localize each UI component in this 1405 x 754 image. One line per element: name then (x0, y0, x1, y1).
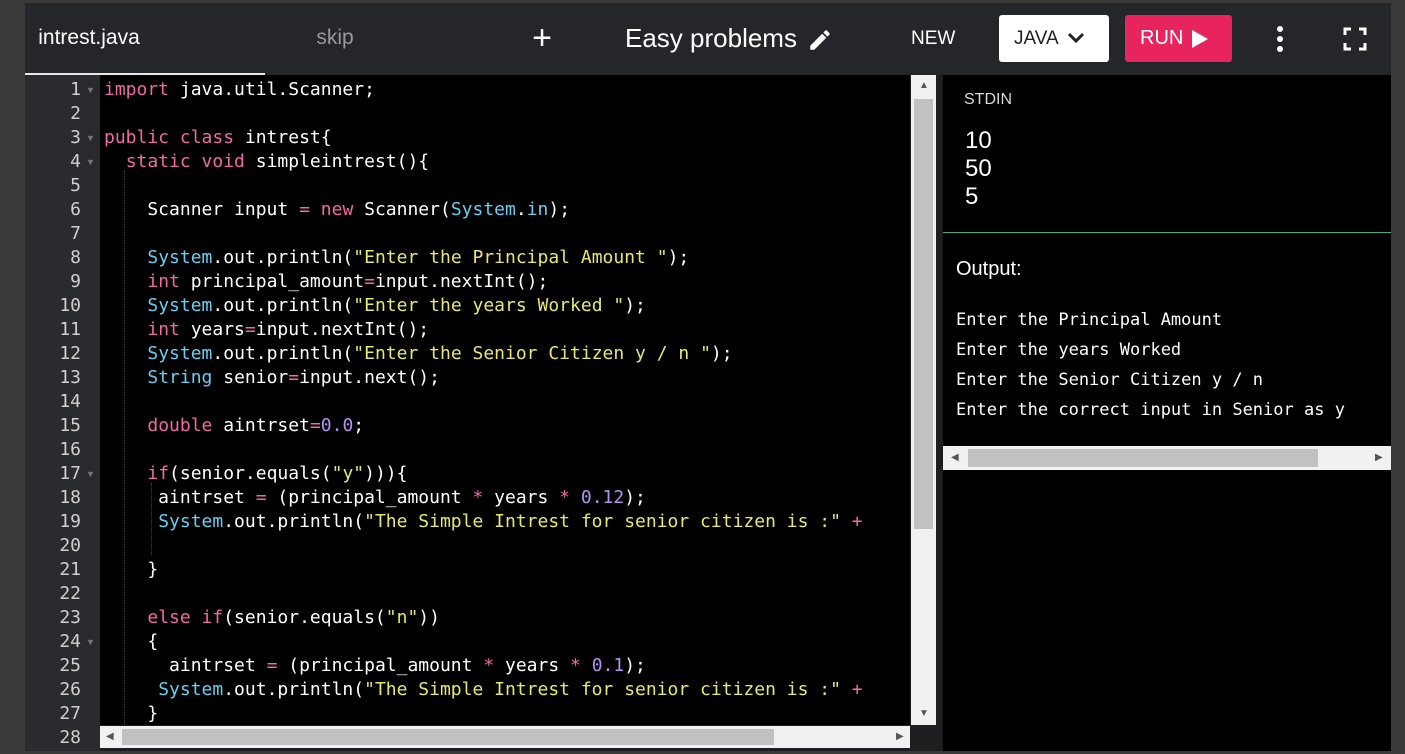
line-number: 16 (59, 439, 81, 460)
language-select[interactable]: JAVA (999, 15, 1109, 62)
add-tab-button[interactable]: + (527, 21, 557, 55)
line-number: 20 (59, 535, 81, 556)
scroll-up-arrow[interactable]: ▲ (919, 81, 929, 91)
line-number: 6 (70, 199, 81, 220)
editor-horizontal-scrollbar[interactable]: ◀ ▶ (100, 726, 910, 748)
line-number: 12 (59, 343, 81, 364)
tab-file[interactable]: intrest.java (25, 3, 153, 75)
code-line[interactable]: String senior=input.next(); (104, 366, 440, 390)
code-line[interactable]: { (104, 630, 158, 654)
io-panel: STDIN 10 50 5 Output: Enter the Principa… (943, 75, 1391, 751)
output-line: Enter the correct input in Senior as y (956, 400, 1345, 420)
code-line[interactable]: System.out.println("The Simple Intrest f… (104, 510, 862, 534)
scroll-down-arrow[interactable]: ▼ (919, 709, 929, 719)
code-line[interactable]: } (104, 558, 158, 582)
line-number: 22 (59, 583, 81, 604)
scroll-left-arrow[interactable]: ◀ (951, 453, 959, 463)
scroll-right-arrow[interactable]: ▶ (896, 732, 904, 742)
scroll-thumb[interactable] (914, 99, 933, 529)
fold-toggle-icon[interactable]: ▼ (86, 150, 95, 174)
code-line[interactable]: System.out.println("Enter the years Work… (104, 294, 646, 318)
stdin-output-divider (943, 232, 1391, 233)
code-line[interactable]: System.out.println("Enter the Senior Cit… (104, 342, 732, 366)
new-button[interactable]: NEW (911, 3, 955, 75)
line-number: 18 (59, 487, 81, 508)
fold-toggle-icon[interactable]: ▼ (86, 630, 95, 654)
editor-vertical-scrollbar[interactable]: ▲ ▼ (911, 75, 936, 725)
stdin-value[interactable]: 5 (965, 183, 978, 211)
fullscreen-icon[interactable] (1343, 27, 1367, 51)
output-label: Output: (956, 258, 1022, 280)
line-number: 3 (70, 127, 81, 148)
code-line[interactable]: aintrset = (principal_amount * years * 0… (104, 486, 646, 510)
pencil-icon[interactable] (807, 27, 833, 53)
line-number: 7 (70, 223, 81, 244)
scroll-thumb[interactable] (968, 449, 1318, 467)
output-line: Enter the Principal Amount (956, 310, 1223, 330)
line-number: 9 (70, 271, 81, 292)
line-number: 4 (70, 151, 81, 172)
line-number: 26 (59, 679, 81, 700)
code-line[interactable]: public class intrest{ (104, 126, 332, 150)
line-number: 13 (59, 367, 81, 388)
line-number: 28 (59, 727, 81, 748)
line-number: 27 (59, 703, 81, 724)
line-number: 14 (59, 391, 81, 412)
scroll-right-arrow[interactable]: ▶ (1375, 453, 1383, 463)
line-number: 10 (59, 295, 81, 316)
fold-toggle-icon[interactable]: ▼ (86, 126, 95, 150)
scroll-left-arrow[interactable]: ◀ (106, 732, 114, 742)
line-number: 19 (59, 511, 81, 532)
more-vertical-icon[interactable] (1275, 25, 1285, 53)
line-number: 21 (59, 559, 81, 580)
app-window: intrest.java skip + Easy problems NEW JA… (25, 3, 1391, 751)
line-number-gutter: 1 ▼ 2 3 ▼ 4 ▼ 5 6 7 8 9 10 11 12 13 14 15 16 17 ▼ 18 19 20 21 22 2… (25, 75, 100, 751)
code-line[interactable]: if(senior.equals("y"))){ (104, 462, 407, 486)
run-button[interactable]: RUN (1125, 15, 1232, 62)
fold-toggle-icon[interactable]: ▼ (86, 462, 95, 486)
language-label: JAVA (1014, 28, 1059, 49)
output-horizontal-scrollbar[interactable]: ◀ ▶ (943, 446, 1391, 470)
code-line[interactable]: import java.util.Scanner; (104, 78, 375, 102)
line-number: 17 (59, 463, 81, 484)
code-line[interactable]: else if(senior.equals("n")) (104, 606, 440, 630)
fold-toggle-icon[interactable]: ▼ (86, 78, 95, 102)
line-number: 25 (59, 655, 81, 676)
line-number: 2 (70, 103, 81, 124)
line-number: 23 (59, 607, 81, 628)
code-line[interactable]: int principal_amount=input.nextInt(); (104, 270, 548, 294)
code-line[interactable]: double aintrset=0.0; (104, 414, 364, 438)
line-number: 11 (59, 319, 81, 340)
stdin-value[interactable]: 10 (965, 127, 992, 155)
output-line: Enter the years Worked (956, 340, 1182, 360)
code-line[interactable]: System.out.println("Enter the Principal … (104, 246, 689, 270)
line-number: 1 (70, 79, 81, 100)
code-line[interactable]: static void simpleintrest(){ (104, 150, 429, 174)
chevron-down-icon (1067, 32, 1085, 44)
code-line[interactable]: } (104, 702, 158, 725)
code-line[interactable]: int years=input.nextInt(); (104, 318, 429, 342)
line-number: 24 (59, 631, 81, 652)
tab-skip[interactable]: skip (265, 3, 405, 75)
code-editor[interactable]: 1 ▼ 2 3 ▼ 4 ▼ 5 6 7 8 9 10 11 12 13 14 15 16 17 ▼ 18 19 20 21 22 2… (25, 75, 937, 751)
code-line[interactable]: aintrset = (principal_amount * years * 0… (104, 654, 646, 678)
top-bar: intrest.java skip + Easy problems NEW JA… (25, 3, 1391, 75)
code-line[interactable]: Scanner input = new Scanner(System.in); (104, 198, 570, 222)
page-title[interactable]: Easy problems (625, 3, 797, 75)
scroll-thumb[interactable] (122, 729, 774, 745)
line-number: 8 (70, 247, 81, 268)
line-number: 15 (59, 415, 81, 436)
play-icon (1192, 30, 1208, 48)
output-line: Enter the Senior Citizen y / n (956, 370, 1264, 390)
stdin-label: STDIN (964, 91, 1012, 108)
code-area[interactable]: import java.util.Scanner; public class in… (100, 75, 910, 725)
code-line[interactable]: System.out.println("The Simple Intrest f… (104, 678, 862, 702)
line-number: 5 (70, 175, 81, 196)
stdin-value[interactable]: 50 (965, 155, 992, 183)
run-label: RUN (1140, 27, 1184, 49)
